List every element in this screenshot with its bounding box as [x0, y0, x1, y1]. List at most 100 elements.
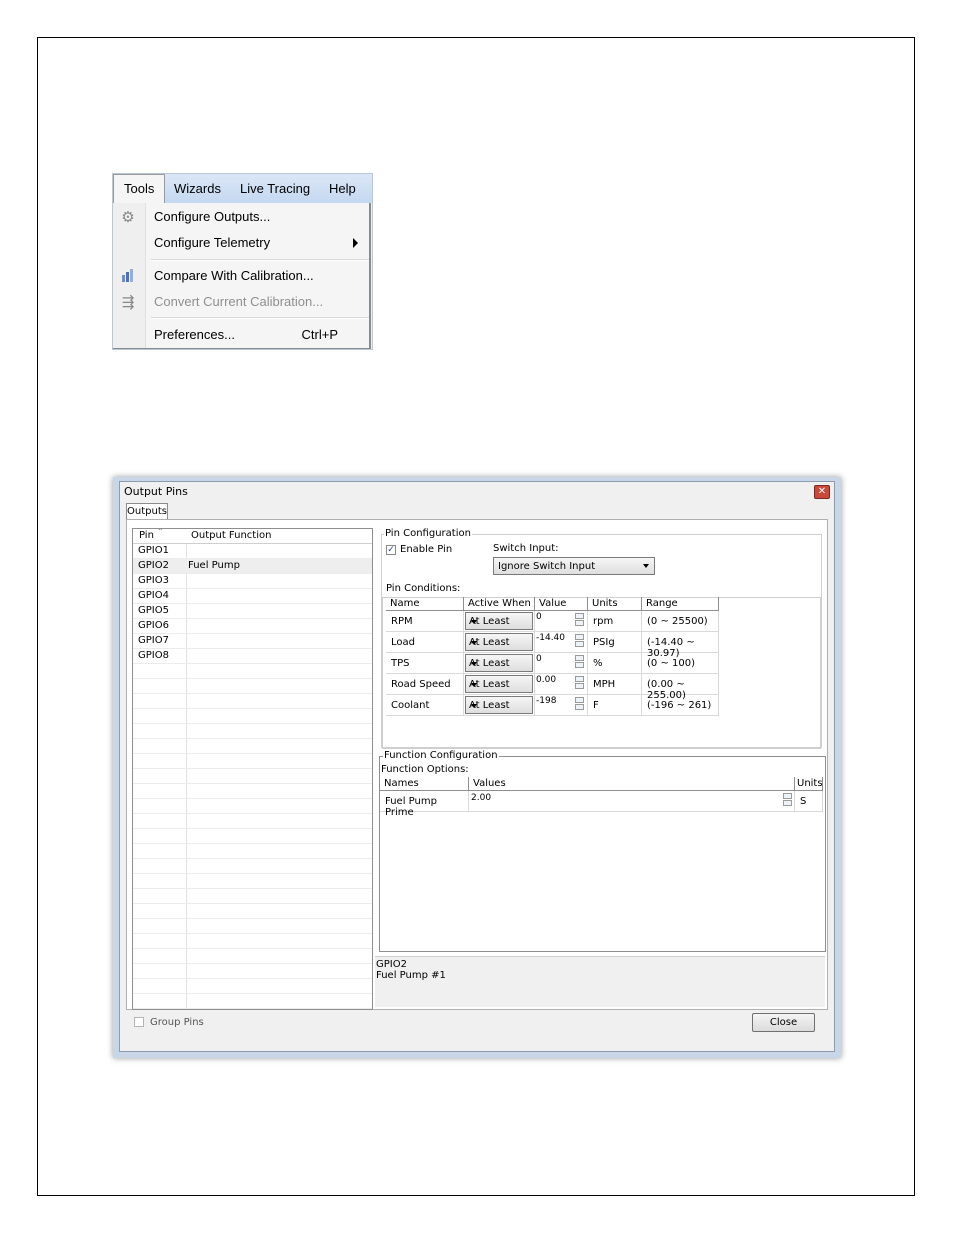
table-row[interactable]: GPIO4: [133, 589, 372, 604]
value-spinner[interactable]: [575, 613, 584, 627]
condition-range: (-196 ~ 261): [647, 700, 712, 711]
table-row[interactable]: GPIO7: [133, 634, 372, 649]
empty-table-row: [133, 889, 372, 904]
pin-table[interactable]: Pin ⌃ Output Function GPIO1 GPIO2 Fuel Pu…: [132, 528, 373, 1010]
spin-down-icon[interactable]: [575, 620, 584, 626]
tab-outputs[interactable]: Outputs: [126, 503, 168, 520]
menu-tools[interactable]: Tools: [113, 174, 165, 204]
active-when-select[interactable]: At Least: [465, 633, 533, 651]
empty-table-row: [133, 814, 372, 829]
function-value-cell[interactable]: 2.00: [469, 791, 795, 812]
table-row[interactable]: GPIO5: [133, 604, 372, 619]
spin-down-icon[interactable]: [575, 683, 584, 689]
empty-table-row: [133, 724, 372, 739]
empty-table-row: [133, 664, 372, 679]
condition-cell-value[interactable]: 0: [535, 653, 588, 674]
condition-units: MPH: [593, 679, 616, 690]
close-icon[interactable]: ✕: [814, 485, 830, 499]
empty-table-row: [133, 844, 372, 859]
group-pins-checkbox[interactable]: [134, 1017, 144, 1027]
menu-item-configure-outputs[interactable]: ⚙ Configure Outputs...: [113, 205, 368, 229]
condition-name: Road Speed: [391, 679, 451, 690]
pin-name: GPIO3: [138, 575, 169, 586]
column-header-value[interactable]: Value: [535, 597, 588, 611]
value-spinner[interactable]: [575, 676, 584, 690]
column-header-output-function[interactable]: Output Function: [191, 530, 271, 541]
menu-help[interactable]: Help: [329, 181, 356, 196]
empty-table-row: [133, 904, 372, 919]
value-spinner[interactable]: [575, 634, 584, 648]
empty-table-row: [133, 874, 372, 889]
chevron-down-icon: [471, 683, 477, 687]
submenu-arrow-icon: [353, 238, 358, 248]
condition-cell-name: Road Speed: [386, 674, 464, 695]
empty-table-row: [133, 829, 372, 844]
condition-cell-active-when[interactable]: At Least: [464, 653, 535, 674]
empty-table-row: [133, 979, 372, 994]
menu-wizards[interactable]: Wizards: [174, 181, 221, 196]
switch-input-select[interactable]: Ignore Switch Input: [493, 557, 655, 575]
function-value: 2.00: [471, 793, 492, 803]
spin-down-icon[interactable]: [783, 800, 792, 806]
menu-item-compare-with-calibration[interactable]: Compare With Calibration...: [113, 264, 368, 288]
function-units: S: [800, 796, 807, 807]
enable-pin-checkbox[interactable]: ✓: [386, 545, 396, 555]
condition-cell-value[interactable]: 0.00: [535, 674, 588, 695]
close-button[interactable]: Close: [752, 1013, 815, 1032]
column-header-units[interactable]: Units: [795, 777, 823, 791]
table-row[interactable]: GPIO8: [133, 649, 372, 664]
spin-up-icon[interactable]: [575, 655, 584, 661]
column-header-name[interactable]: Name: [386, 597, 464, 611]
bar-chart-icon: [119, 267, 137, 285]
condition-cell-name: Coolant: [386, 695, 464, 716]
value-spinner[interactable]: [575, 697, 584, 711]
condition-cell-value[interactable]: -198: [535, 695, 588, 716]
table-row[interactable]: GPIO1: [133, 544, 372, 559]
table-row[interactable]: GPIO2 Fuel Pump: [133, 559, 372, 574]
menu-item-configure-telemetry[interactable]: Configure Telemetry: [113, 231, 368, 255]
menu-live-tracing[interactable]: Live Tracing: [240, 181, 310, 196]
condition-cell-active-when[interactable]: At Least: [464, 632, 535, 653]
table-row[interactable]: GPIO6: [133, 619, 372, 634]
tools-dropdown: ⚙ Configure Outputs... Configure Telemet…: [113, 203, 371, 349]
condition-cell-active-when[interactable]: At Least: [464, 674, 535, 695]
spin-up-icon[interactable]: [575, 634, 584, 640]
spin-up-icon[interactable]: [575, 613, 584, 619]
dialog-title: Output Pins: [124, 485, 188, 498]
condition-cell-value[interactable]: 0: [535, 611, 588, 632]
menu-item-preferences[interactable]: Preferences... Ctrl+P: [113, 323, 368, 347]
condition-cell-range: (0 ~ 25500): [642, 611, 719, 632]
column-header-range[interactable]: Range: [642, 597, 719, 611]
condition-name: RPM: [391, 616, 413, 627]
value-spinner[interactable]: [575, 655, 584, 669]
menu-item-label: Configure Outputs...: [154, 209, 271, 224]
column-header-values[interactable]: Values: [469, 777, 795, 791]
spin-up-icon[interactable]: [783, 793, 792, 799]
dialog-titlebar[interactable]: Output Pins ✕: [120, 482, 834, 500]
spin-up-icon[interactable]: [575, 697, 584, 703]
condition-cell-value[interactable]: -14.40: [535, 632, 588, 653]
value-spinner[interactable]: [783, 793, 792, 807]
active-when-select[interactable]: At Least: [465, 612, 533, 630]
spin-down-icon[interactable]: [575, 704, 584, 710]
shortcut-label: Ctrl+P: [301, 327, 338, 342]
active-when-select[interactable]: At Least: [465, 696, 533, 714]
column-header-active-when[interactable]: Active When: [464, 597, 535, 611]
empty-table-row: [133, 964, 372, 979]
column-header-names[interactable]: Names: [380, 777, 469, 791]
table-row[interactable]: GPIO3: [133, 574, 372, 589]
empty-table-row: [133, 754, 372, 769]
condition-cell-active-when[interactable]: At Least: [464, 695, 535, 716]
column-header-pin[interactable]: Pin: [139, 530, 154, 541]
condition-cell-active-when[interactable]: At Least: [464, 611, 535, 632]
column-header-units[interactable]: Units: [588, 597, 642, 611]
empty-table-row: [133, 799, 372, 814]
active-when-select[interactable]: At Least: [465, 654, 533, 672]
spin-down-icon[interactable]: [575, 662, 584, 668]
active-when-select[interactable]: At Least: [465, 675, 533, 693]
condition-cell-units: rpm: [588, 611, 642, 632]
condition-cell-range: (-14.40 ~ 30.97): [642, 632, 719, 659]
switch-input-label: Switch Input:: [493, 543, 559, 554]
spin-up-icon[interactable]: [575, 676, 584, 682]
spin-down-icon[interactable]: [575, 641, 584, 647]
